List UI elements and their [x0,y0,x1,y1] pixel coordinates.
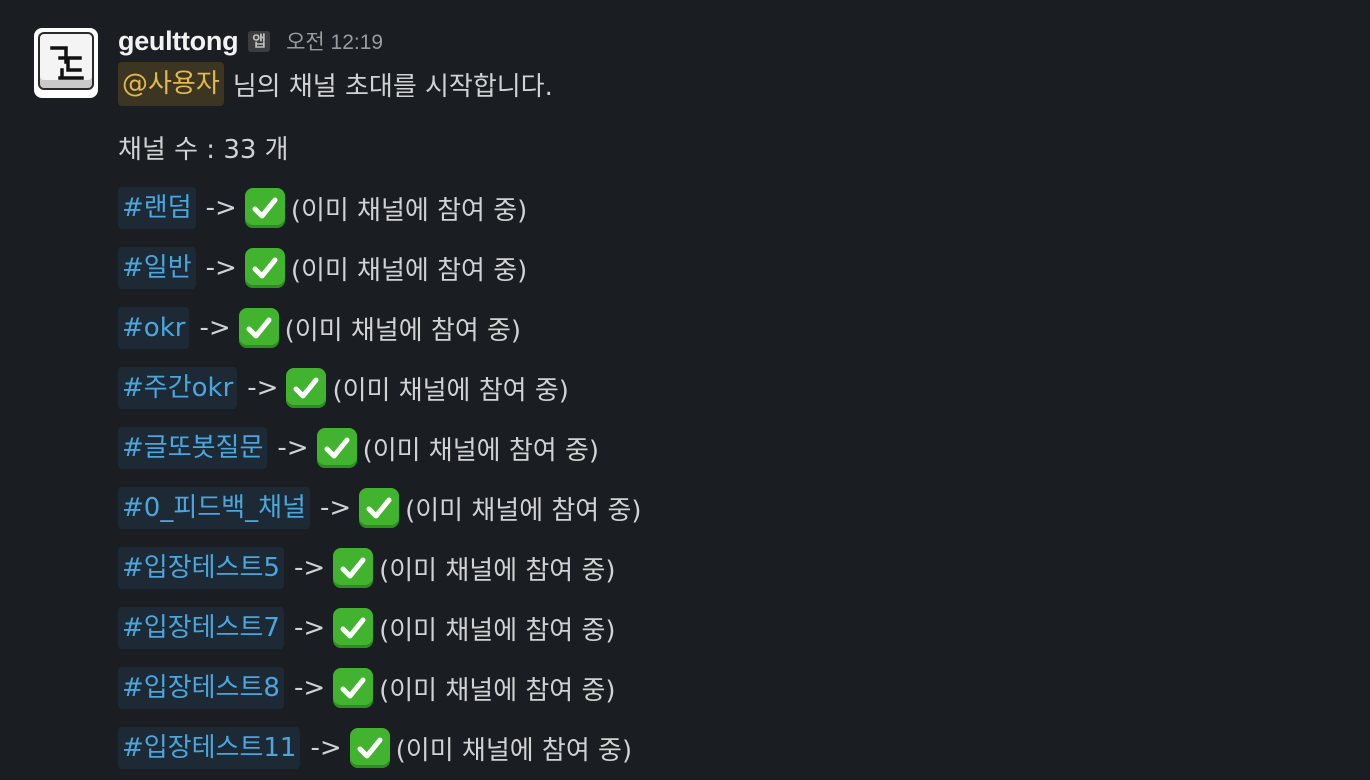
arrow-text: -> [277,433,309,463]
channel-link[interactable]: #입장테스트5 [118,547,284,589]
channel-link[interactable]: #글또봇질문 [118,427,268,469]
arrow-text: -> [205,193,237,223]
check-mark-button-icon [316,428,357,468]
arrow-text: -> [247,373,279,403]
status-text: (이미 채널에 참여 중) [405,495,642,526]
channel-count-text: 채널 수 : 33 개 [118,134,289,165]
status-text: (이미 채널에 참여 중) [379,675,616,706]
channel-row: #입장테스트7 -> (이미 채널에 참여 중) [118,606,616,650]
arrow-text: -> [319,493,352,523]
check-mark-button-icon [349,728,390,768]
channel-row: #주간okr -> (이미 채널에 참여 중) [118,366,569,410]
status-text: (이미 채널에 참여 중) [379,555,616,586]
channel-link[interactable]: #입장테스트11 [118,727,301,769]
status-text: (이미 채널에 참여 중) [332,375,569,406]
channel-link[interactable]: #랜덤 [118,187,196,229]
check-mark-button-icon [238,308,279,348]
channel-link[interactable]: #입장테스트8 [118,667,284,709]
check-mark-button-icon [286,368,327,408]
arrow-text: -> [293,553,326,583]
status-text: (이미 채널에 참여 중) [284,315,522,346]
arrow-text: -> [205,253,237,283]
channel-row: #랜덤 -> (이미 채널에 참여 중) [118,186,527,230]
intro-text: 님의 채널 초대를 시작합니다. [232,71,553,102]
channel-row: #글또봇질문 -> (이미 채널에 참여 중) [118,426,599,470]
status-text: (이미 채널에 참여 중) [362,435,600,466]
channel-link[interactable]: #okr [118,307,190,349]
channel-count-line: 채널 수 : 33 개 [118,125,289,169]
check-mark-button-icon [244,188,285,228]
chat-message: geulttong 앱 오전 12:19 @사용자 님의 채널 초대를 시작합니… [0,0,1370,780]
arrow-text: -> [310,733,342,763]
channel-row: #입장테스트11 -> (이미 채널에 참여 중) [118,726,632,770]
arrow-text: -> [293,613,326,643]
channel-link[interactable]: #입장테스트7 [118,607,284,649]
sender-name[interactable]: geulttong [118,26,239,57]
check-mark-button-icon [333,608,374,648]
check-mark-button-icon [333,668,374,708]
app-badge: 앱 [248,30,271,52]
channel-link[interactable]: #주간okr [118,367,238,409]
message-header: geulttong 앱 오전 12:19 [118,24,383,58]
arrow-text: -> [293,673,326,703]
intro-line: @사용자 님의 채널 초대를 시작합니다. [118,62,553,106]
user-mention[interactable]: @사용자 [118,62,224,106]
bot-avatar[interactable] [34,28,98,98]
status-text: (이미 채널에 참여 중) [379,615,616,646]
channel-row: #0_피드백_채널 -> (이미 채널에 참여 중) [118,486,642,530]
keyboard-key-icon [38,32,94,90]
channel-row: #입장테스트8 -> (이미 채널에 참여 중) [118,666,616,710]
timestamp[interactable]: 오전 12:19 [286,26,383,56]
check-mark-button-icon [244,248,285,288]
arrow-text: -> [199,313,231,343]
channel-link[interactable]: #0_피드백_채널 [118,487,310,529]
channel-row: #입장테스트5 -> (이미 채널에 참여 중) [118,546,616,590]
status-text: (이미 채널에 참여 중) [290,255,528,286]
status-text: (이미 채널에 참여 중) [290,195,528,226]
channel-row: #일반 -> (이미 채널에 참여 중) [118,246,527,290]
check-mark-button-icon [359,488,400,528]
channel-link[interactable]: #일반 [118,247,196,289]
check-mark-button-icon [333,548,374,588]
channel-row: #okr -> (이미 채널에 참여 중) [118,306,521,350]
status-text: (이미 채널에 참여 중) [395,735,633,766]
